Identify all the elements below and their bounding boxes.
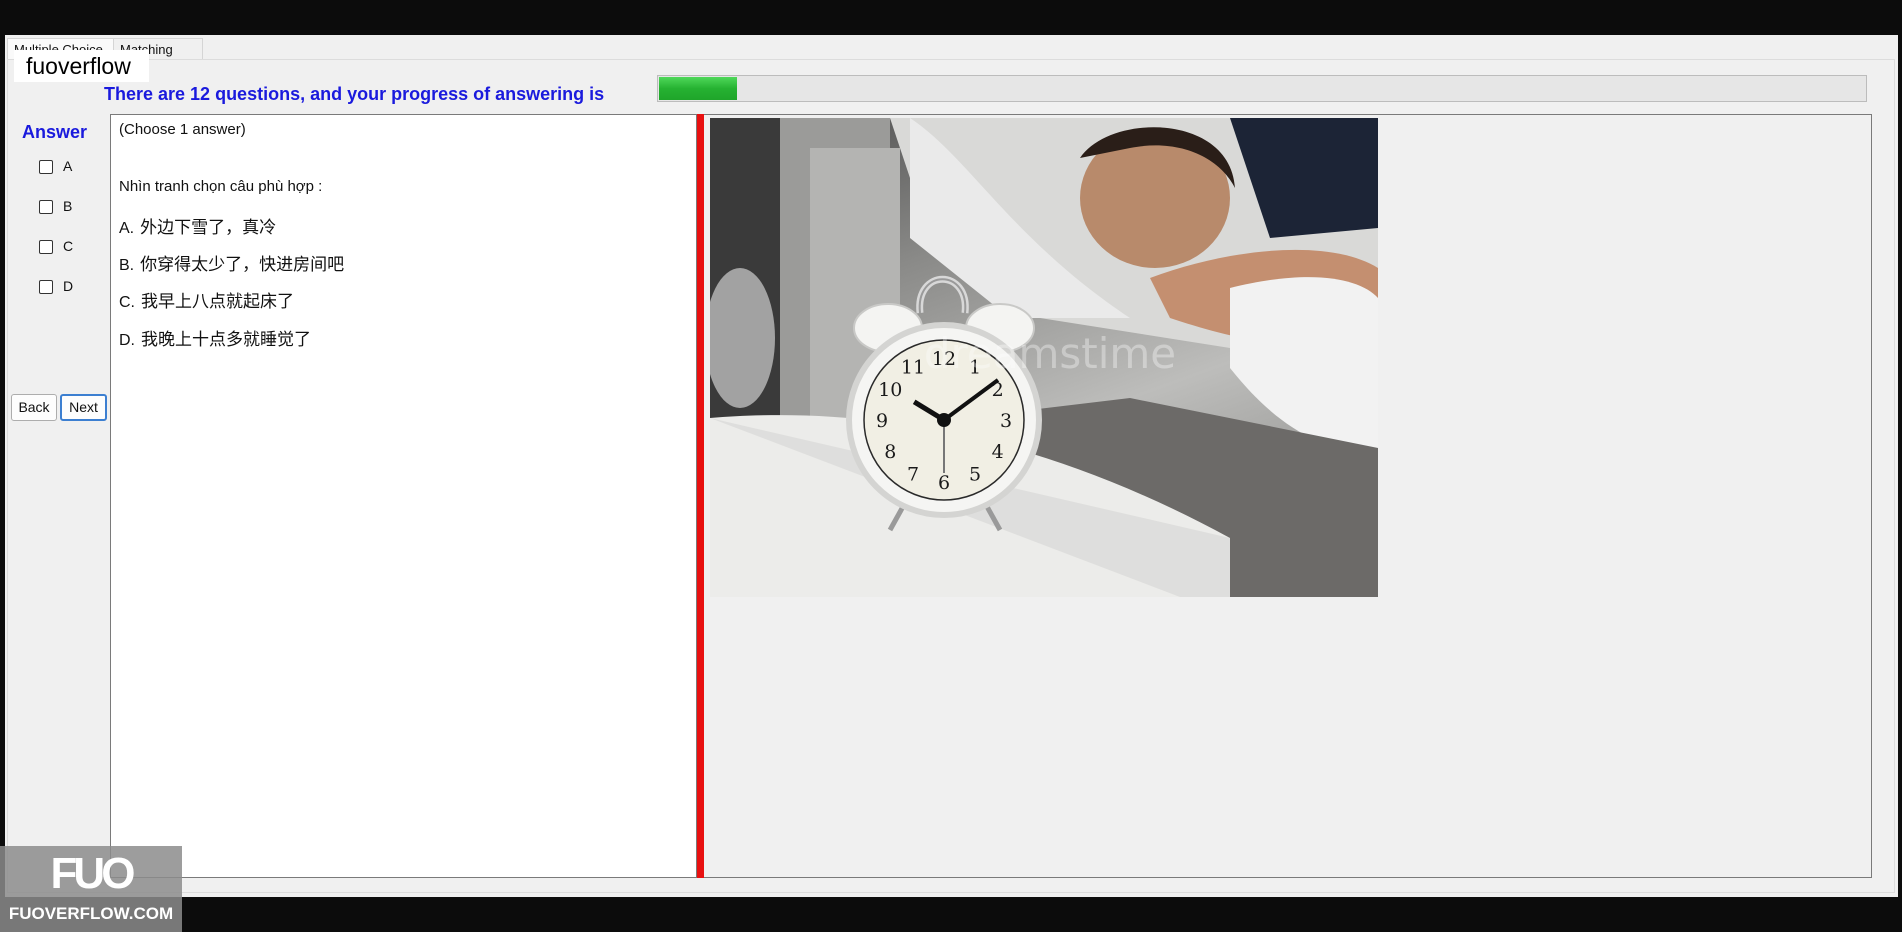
option-a-label: A — [63, 158, 73, 174]
clock-number: 11 — [901, 356, 925, 378]
question-photo: 12 1 2 3 4 5 6 7 8 9 10 11 dreamstime — [710, 118, 1378, 597]
clock-number: 8 — [884, 441, 896, 463]
option-b-checkbox[interactable] — [39, 200, 53, 214]
clock-number: 10 — [878, 379, 902, 401]
choice-d-letter: D. — [119, 332, 135, 349]
next-button[interactable]: Next — [60, 394, 107, 421]
choice-c-text: 我早上八点就起床了 — [141, 292, 294, 311]
clock-number: 3 — [1000, 410, 1012, 432]
question-panel: (Choose 1 answer) Nhìn tranh chọn câu ph… — [110, 114, 697, 878]
choice-b-letter: B. — [119, 257, 135, 274]
clock-number: 6 — [938, 472, 950, 494]
choice-c-letter: C. — [119, 294, 135, 311]
site-watermark-text: FUOVERFLOW.COM — [8, 904, 174, 923]
progress-bar — [657, 75, 1867, 102]
brand-overlay: fuoverflow — [14, 50, 149, 82]
answer-title: Answer — [22, 122, 88, 142]
question-prompt: Nhìn tranh chọn câu phù hợp : — [119, 178, 323, 195]
option-c-checkbox[interactable] — [39, 240, 53, 254]
choice-a-letter: A. — [119, 220, 135, 237]
choice-a: A. 外边下雪了，真冷 — [119, 213, 276, 238]
question-instruction: (Choose 1 answer) — [119, 121, 246, 138]
option-b-label: B — [63, 198, 73, 214]
quiz-window: Multiple Choice Matching fuoverflow Ther… — [5, 35, 1898, 897]
option-d-checkbox[interactable] — [39, 280, 53, 294]
choice-d-text: 我晚上十点多就睡觉了 — [141, 330, 311, 349]
clock-number: 4 — [992, 441, 1004, 463]
option-a-checkbox[interactable] — [39, 160, 53, 174]
photo-watermark: dreamstime — [924, 329, 1176, 378]
clock-number: 9 — [876, 410, 888, 432]
clock-number: 7 — [907, 464, 919, 486]
tab-strip: Multiple Choice Matching — [5, 35, 1898, 60]
site-watermark-logo: FUO — [50, 849, 136, 898]
choice-d: D. 我晚上十点多就睡觉了 — [119, 325, 311, 350]
panel-splitter[interactable] — [697, 114, 704, 878]
progress-fill — [659, 77, 737, 100]
choice-b: B. 你穿得太少了，快进房间吧 — [119, 250, 344, 275]
choice-c: C. 我早上八点就起床了 — [119, 287, 294, 312]
image-panel: 12 1 2 3 4 5 6 7 8 9 10 11 dreamstime — [704, 114, 1872, 878]
option-d-label: D — [63, 278, 74, 294]
option-c-label: C — [63, 238, 74, 254]
choice-b-text: 你穿得太少了，快进房间吧 — [140, 255, 345, 274]
photo-illustration: 12 1234567891011 dreamstime — [710, 118, 1378, 597]
site-watermark: FUO FUOVERFLOW.COM — [0, 846, 182, 932]
choice-a-text: 外边下雪了，真冷 — [140, 218, 277, 237]
back-button[interactable]: Back — [11, 394, 57, 421]
progress-label: There are 12 questions, and your progres… — [104, 84, 605, 104]
clock-number: 5 — [969, 464, 981, 486]
